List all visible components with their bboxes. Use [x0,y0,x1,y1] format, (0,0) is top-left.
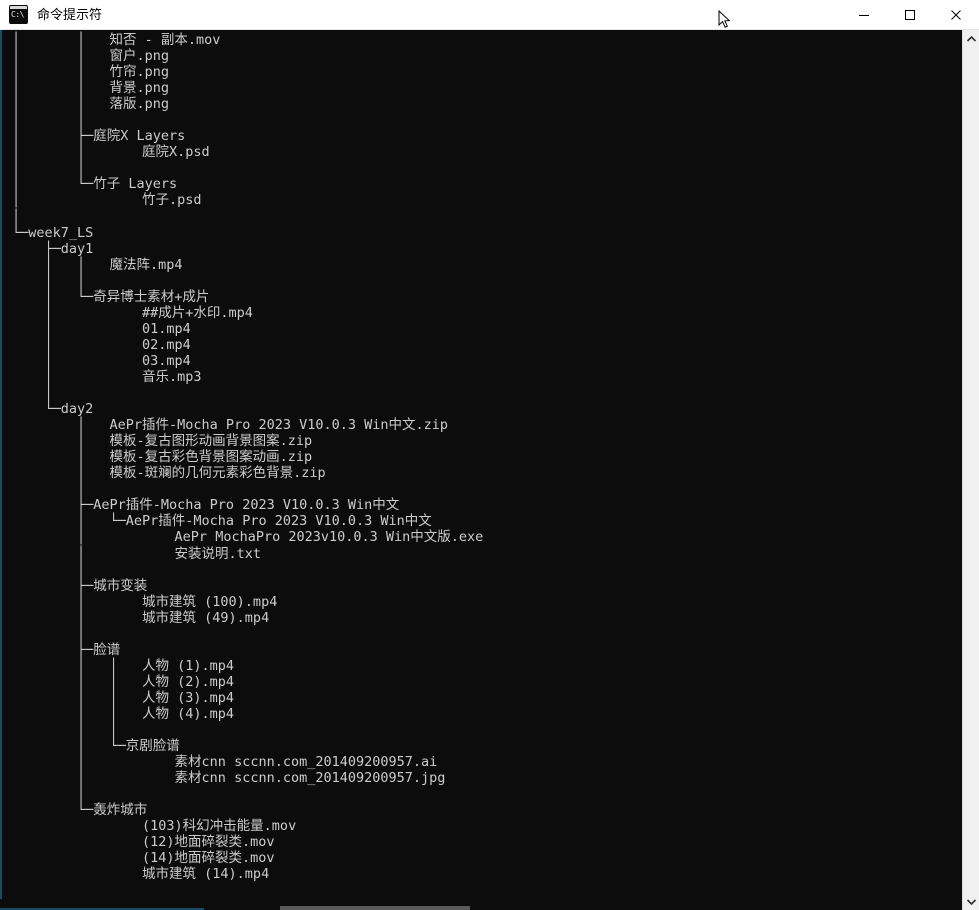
title-bar[interactable]: C:\ 命令提示符 [0,0,979,30]
horizontal-scrollbar-edge [0,904,204,910]
scroll-up-button[interactable] [963,30,979,47]
maximize-button[interactable] [887,0,933,30]
console-left-edge-accent [0,30,2,910]
minimize-button[interactable] [841,0,887,30]
cmd-icon-prompt-text: C:\ [11,10,24,19]
vertical-scrollbar[interactable] [962,30,979,910]
horizontal-scrollbar-thumb[interactable] [280,906,470,910]
chevron-down-icon [966,898,976,905]
close-icon [951,9,961,20]
minimize-icon [859,14,869,16]
console-output-area[interactable]: │ │ 知否 - 副本.mov │ │ 窗户.png │ │ 竹帘.png │ … [0,30,979,910]
horizontal-scrollbar[interactable] [0,899,962,910]
maximize-icon [905,9,915,20]
scroll-down-button[interactable] [963,893,979,910]
chevron-up-icon [966,35,976,42]
command-prompt-window: C:\ 命令提示符 │ │ 知否 - 副本.mov │ │ 窗户.png │ │… [0,0,979,910]
close-button[interactable] [933,0,979,30]
title-bar-left: C:\ 命令提示符 [0,0,841,30]
window-title: 命令提示符 [37,6,103,22]
cmd-app-icon: C:\ [9,5,28,24]
directory-tree-output: │ │ 知否 - 副本.mov │ │ 窗户.png │ │ 竹帘.png │ … [12,32,484,883]
cmd-icon-titlebar-strip [10,6,27,9]
window-controls [841,0,979,30]
